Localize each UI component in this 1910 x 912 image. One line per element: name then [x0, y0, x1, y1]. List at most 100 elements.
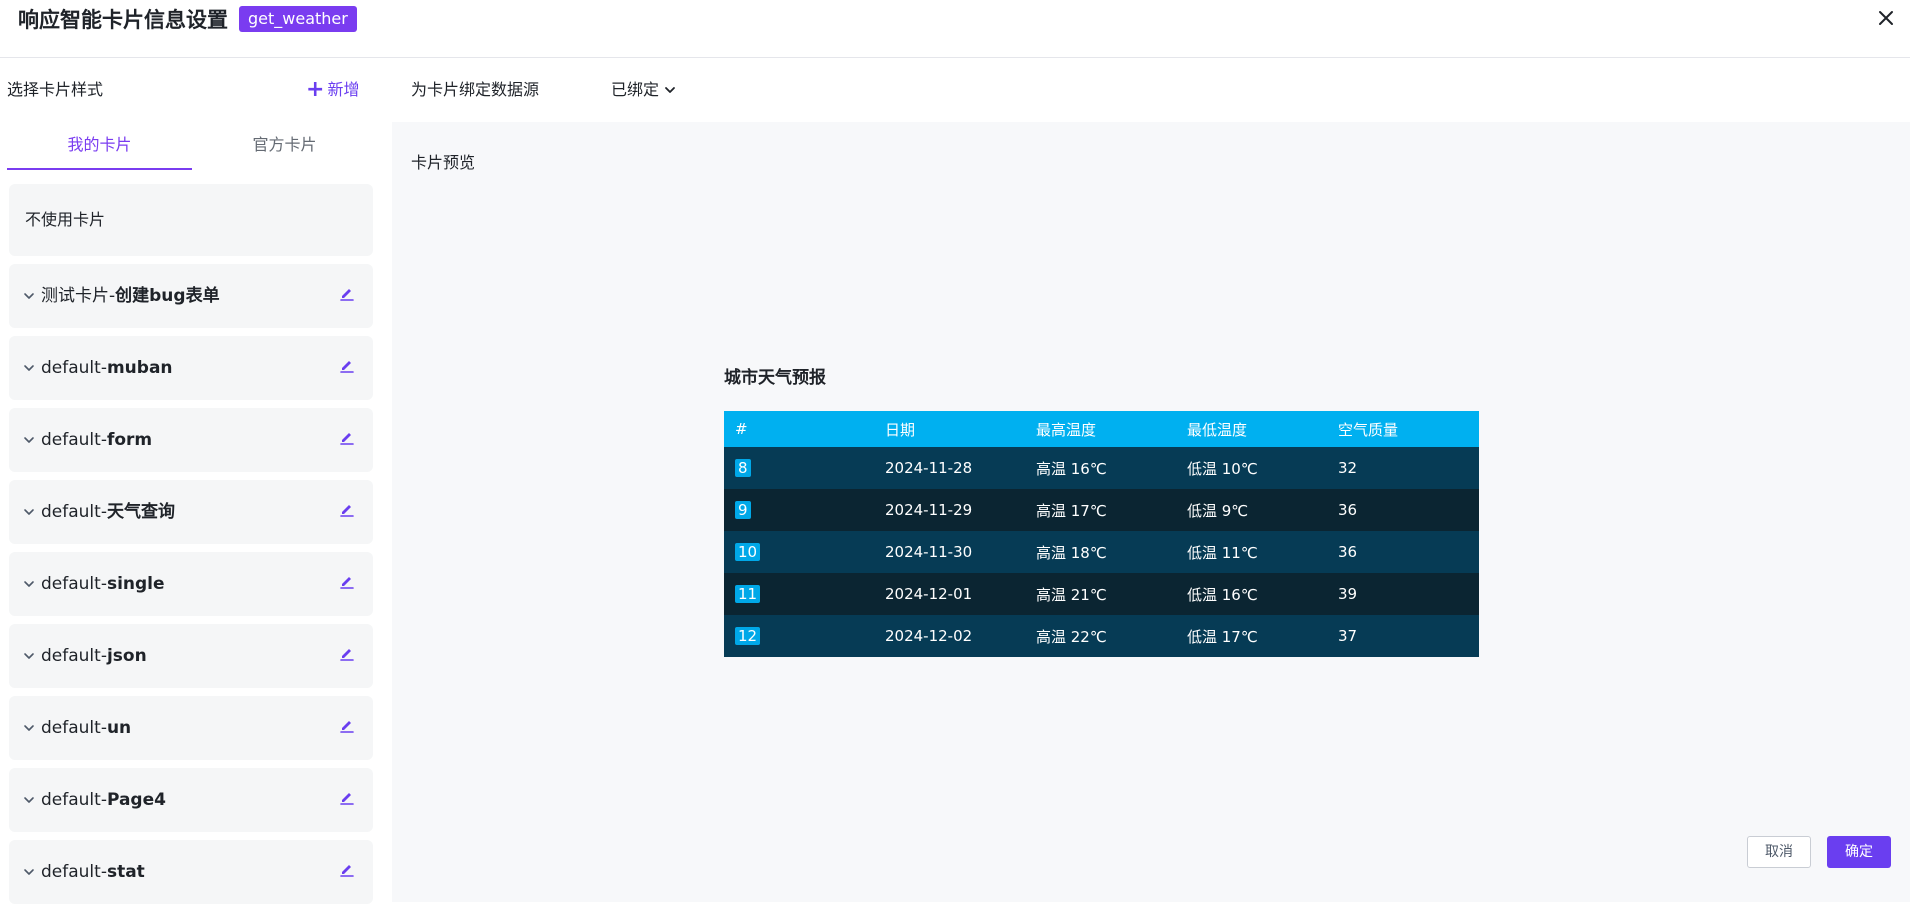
chevron-down-icon[interactable] [23, 866, 35, 878]
card-item[interactable]: 测试卡片-创建bug表单 [9, 264, 373, 328]
table-cell: 9 [724, 489, 874, 531]
row-index-badge: 9 [735, 501, 751, 519]
chevron-down-icon[interactable] [23, 506, 35, 518]
chevron-down-icon[interactable] [23, 794, 35, 806]
table-cell: 36 [1327, 489, 1479, 531]
table-cell: 低温 11℃ [1176, 531, 1327, 573]
card-item-prefix: default- [41, 358, 107, 378]
row-index-badge: 11 [735, 585, 761, 603]
chevron-down-icon[interactable] [23, 290, 35, 302]
card-item-name: 测试卡片-创建bug表单 [41, 264, 220, 328]
column-header: 最低温度 [1176, 411, 1327, 447]
row-index-badge: 10 [735, 543, 761, 561]
card-item[interactable]: default-single [9, 552, 373, 616]
chevron-down-icon[interactable] [23, 722, 35, 734]
bind-status-dropdown[interactable]: 已绑定 [611, 78, 677, 102]
chevron-down-icon[interactable] [23, 578, 35, 590]
edit-icon[interactable] [338, 644, 356, 662]
card-item-title: Page4 [106, 790, 166, 810]
weather-card-title: 城市天气预报 [724, 368, 826, 388]
table-cell: 39 [1327, 573, 1479, 615]
card-item[interactable]: default-form [9, 408, 373, 472]
card-item-title: form [106, 430, 153, 450]
table-cell: 高温 17℃ [1025, 489, 1176, 531]
weather-card: 城市天气预报 # 日期 最高温度 最低温度 空气质量 8 2024-11-28 高温… [724, 366, 1479, 657]
edit-icon[interactable] [338, 284, 356, 302]
card-preview-label: 卡片预览 [411, 153, 476, 172]
add-card-button[interactable]: + 新增 [306, 78, 359, 102]
table-cell: 高温 16℃ [1025, 447, 1176, 489]
table-row: 10 2024-11-30 高温 18℃ 低温 11℃ 36 [724, 531, 1479, 573]
chevron-down-icon[interactable] [23, 362, 35, 374]
table-row: 11 2024-12-01 高温 21℃ 低温 16℃ 39 [724, 573, 1479, 615]
table-cell: 2024-11-30 [874, 531, 1025, 573]
edit-icon[interactable] [338, 716, 356, 734]
card-item[interactable]: default-天气查询 [9, 480, 373, 544]
column-header: # [724, 411, 874, 447]
no-card-option[interactable]: 不使用卡片 [9, 184, 373, 256]
table-cell: 37 [1327, 615, 1479, 657]
card-item[interactable]: default-stat [9, 840, 373, 904]
table-cell: 11 [724, 573, 874, 615]
card-item-name: default-stat [41, 840, 145, 904]
close-icon[interactable] [1872, 4, 1900, 32]
card-item-name: default-muban [41, 336, 173, 400]
tab-my-cards[interactable]: 我的卡片 [7, 120, 192, 170]
card-item[interactable]: default-un [9, 696, 373, 760]
card-item-name: default-form [41, 408, 152, 472]
card-item-title: json [106, 646, 147, 666]
plus-icon: + [306, 77, 325, 102]
cancel-button[interactable]: 取消 [1747, 836, 1811, 868]
table-cell: 32 [1327, 447, 1479, 489]
edit-icon[interactable] [338, 428, 356, 446]
edit-icon[interactable] [338, 788, 356, 806]
card-item-prefix: default- [41, 574, 107, 594]
weather-table: # 日期 最高温度 最低温度 空气质量 8 2024-11-28 高温 16℃ 低温 … [724, 411, 1479, 657]
edit-icon[interactable] [338, 572, 356, 590]
table-row: 9 2024-11-29 高温 17℃ 低温 9℃ 36 [724, 489, 1479, 531]
bind-status-value: 已绑定 [611, 80, 660, 99]
tab-official-cards[interactable]: 官方卡片 [192, 120, 377, 170]
card-tabs: 我的卡片 官方卡片 [7, 120, 377, 170]
card-item-title: 创建bug表单 [115, 286, 220, 306]
table-cell: 2024-12-02 [874, 615, 1025, 657]
card-item-title: muban [106, 358, 173, 378]
dialog-title: 响应智能卡片信息设置 [18, 8, 228, 32]
card-item-name: default-天气查询 [41, 480, 175, 544]
edit-icon[interactable] [338, 356, 356, 374]
table-cell: 高温 21℃ [1025, 573, 1176, 615]
card-item-title: single [106, 574, 165, 594]
bind-datasource-bar: 为卡片绑定数据源 已绑定 [392, 58, 1890, 122]
card-item[interactable]: default-muban [9, 336, 373, 400]
no-card-label: 不使用卡片 [25, 210, 106, 229]
weather-table-header: # 日期 最高温度 最低温度 空气质量 [724, 411, 1479, 447]
confirm-button[interactable]: 确定 [1827, 836, 1891, 868]
chevron-down-icon[interactable] [23, 650, 35, 662]
card-item[interactable]: default-Page4 [9, 768, 373, 832]
table-row: 8 2024-11-28 高温 16℃ 低温 10℃ 32 [724, 447, 1479, 489]
card-item-name: default-Page4 [41, 768, 166, 832]
table-cell: 高温 18℃ [1025, 531, 1176, 573]
table-cell: 低温 16℃ [1176, 573, 1327, 615]
card-item-name: default-single [41, 552, 165, 616]
card-item-prefix: default- [41, 862, 107, 882]
card-item-prefix: default- [41, 502, 107, 522]
table-cell: 低温 17℃ [1176, 615, 1327, 657]
card-item-title: stat [106, 862, 145, 882]
card-style-label: 选择卡片样式 [7, 80, 104, 99]
card-item-prefix: default- [41, 646, 107, 666]
chevron-down-icon [665, 87, 675, 93]
chevron-down-icon[interactable] [23, 434, 35, 446]
card-item-name: default-un [41, 696, 131, 760]
row-index-badge: 12 [735, 627, 761, 645]
card-item[interactable]: default-json [9, 624, 373, 688]
card-item-prefix: default- [41, 430, 107, 450]
table-cell: 8 [724, 447, 874, 489]
column-header: 日期 [874, 411, 1025, 447]
edit-icon[interactable] [338, 860, 356, 878]
table-cell: 12 [724, 615, 874, 657]
edit-icon[interactable] [338, 500, 356, 518]
row-index-badge: 8 [735, 459, 751, 477]
column-header: 最高温度 [1025, 411, 1176, 447]
function-tag: get_weather [239, 6, 357, 32]
